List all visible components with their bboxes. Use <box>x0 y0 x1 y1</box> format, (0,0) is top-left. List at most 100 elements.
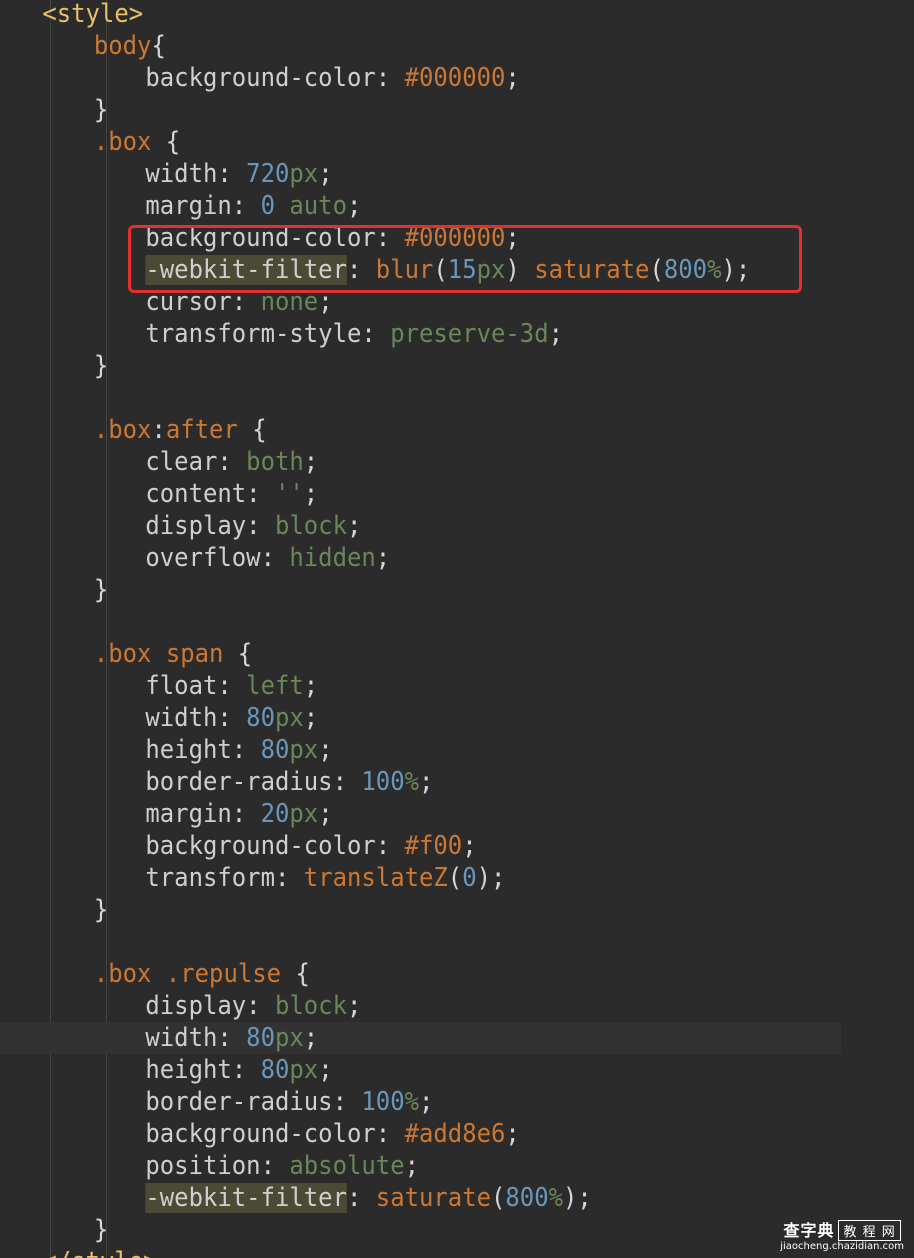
code-token: px <box>274 703 304 733</box>
code-line[interactable]: height: 80px; <box>0 1054 841 1086</box>
code-token: ; <box>548 319 564 349</box>
code-line[interactable]: transform-style: preserve-3d; <box>0 318 841 350</box>
code-line[interactable]: } <box>0 94 841 126</box>
code-editor[interactable]: <style> body{background-color: #000000;}.… <box>0 0 914 1258</box>
code-token: background-color <box>145 831 376 861</box>
code-token: ; <box>318 799 333 829</box>
code-line[interactable]: width: 720px; <box>0 158 841 190</box>
code-line[interactable]: display: block; <box>0 990 841 1022</box>
code-token: px <box>289 799 319 829</box>
code-token: } <box>93 1215 109 1245</box>
code-line[interactable]: } <box>0 894 841 926</box>
code-token: translateZ <box>303 863 448 893</box>
code-token: : <box>361 319 391 349</box>
code-line[interactable]: margin: 20px; <box>0 798 841 830</box>
code-token: overflow <box>145 543 261 573</box>
code-token: ( <box>447 863 463 893</box>
code-token: ; <box>303 1023 319 1053</box>
code-token: px <box>274 1023 304 1053</box>
code-token: ; <box>404 1151 420 1181</box>
code-token: preserve-3d <box>390 319 549 349</box>
code-token: after <box>165 415 238 445</box>
code-line[interactable]: .box { <box>0 126 841 158</box>
code-token: height <box>145 735 232 765</box>
code-line[interactable]: background-color: #add8e6; <box>0 1118 841 1150</box>
code-line[interactable]: content: ''; <box>0 478 841 510</box>
code-line[interactable]: <style> <box>0 0 841 30</box>
code-token: { <box>237 415 267 445</box>
code-line[interactable]: margin: 0 auto; <box>0 190 841 222</box>
code-token: : <box>231 799 261 829</box>
code-token: .repulse <box>165 959 282 989</box>
code-token: ; <box>346 511 362 541</box>
code-token: : <box>375 1119 405 1149</box>
code-line[interactable]: width: 80px; <box>0 1022 841 1054</box>
watermark-url: jiaocheng.chazidian.com <box>780 1241 904 1252</box>
code-token: { <box>223 639 253 669</box>
code-token: 80 <box>260 1055 290 1085</box>
code-token: { <box>151 127 181 157</box>
code-line[interactable]: background-color: #f00; <box>0 830 841 862</box>
code-token: ; <box>303 479 319 509</box>
code-line[interactable]: transform: translateZ(0); <box>0 862 841 894</box>
code-token: body <box>93 31 152 61</box>
code-line[interactable]: .box span { <box>0 638 841 670</box>
code-line[interactable]: overflow: hidden; <box>0 542 841 574</box>
code-token: clear <box>145 447 218 477</box>
code-token: display <box>145 991 247 1021</box>
code-line[interactable]: } <box>0 1214 841 1246</box>
watermark-brand: 查字典 <box>783 1221 835 1240</box>
code-line[interactable]: </style> <box>0 1246 841 1258</box>
code-line[interactable]: } <box>0 350 841 382</box>
code-token: : <box>332 1087 362 1117</box>
code-line[interactable] <box>0 382 841 414</box>
code-token: background-color <box>145 63 376 93</box>
code-token: ; <box>346 991 362 1021</box>
code-token: 100 <box>361 767 405 797</box>
code-token: : <box>246 511 275 541</box>
code-line[interactable]: border-radius: 100%; <box>0 766 841 798</box>
code-token: both <box>246 447 304 477</box>
code-line[interactable]: background-color: #000000; <box>0 62 841 94</box>
code-line[interactable]: width: 80px; <box>0 702 841 734</box>
code-token: content <box>145 479 247 509</box>
code-token: : <box>151 415 166 445</box>
code-token: % <box>548 1183 564 1213</box>
code-line[interactable]: } <box>0 574 841 606</box>
code-token: .box <box>93 415 152 445</box>
code-token: transform-style <box>145 319 362 349</box>
code-line[interactable]: clear: both; <box>0 446 841 478</box>
code-token: % <box>404 1087 420 1117</box>
code-token: ; <box>303 447 319 477</box>
code-token: .box <box>93 959 152 989</box>
code-line[interactable]: height: 80px; <box>0 734 841 766</box>
code-token: hidden <box>289 543 376 573</box>
watermark-tag: 教 程 网 <box>838 1220 901 1241</box>
code-line[interactable]: position: absolute; <box>0 1150 841 1182</box>
code-token: ; <box>462 831 477 861</box>
code-line[interactable]: -webkit-filter: saturate(800%); <box>0 1182 841 1214</box>
code-token: : <box>246 479 275 509</box>
highlight-box <box>128 225 802 293</box>
code-token: ; <box>318 159 333 189</box>
code-token: : <box>260 1151 290 1181</box>
code-token: % <box>404 767 420 797</box>
code-line[interactable]: border-radius: 100%; <box>0 1086 841 1118</box>
code-token: : <box>246 991 275 1021</box>
code-token: { <box>151 31 166 61</box>
code-token: 720 <box>246 159 290 189</box>
code-line[interactable] <box>0 606 841 638</box>
code-token: ); <box>563 1183 592 1213</box>
code-line[interactable]: float: left; <box>0 670 841 702</box>
code-line[interactable]: body{ <box>0 30 841 62</box>
code-line[interactable]: display: block; <box>0 510 841 542</box>
code-line[interactable]: .box .repulse { <box>0 958 841 990</box>
code-token: } <box>93 895 109 925</box>
code-token: -webkit-filter <box>145 1183 347 1213</box>
code-line[interactable]: .box:after { <box>0 414 841 446</box>
code-token: ; <box>346 191 362 221</box>
code-token: ; <box>303 671 319 701</box>
code-line[interactable] <box>0 926 841 958</box>
code-token: ( <box>491 1183 506 1213</box>
